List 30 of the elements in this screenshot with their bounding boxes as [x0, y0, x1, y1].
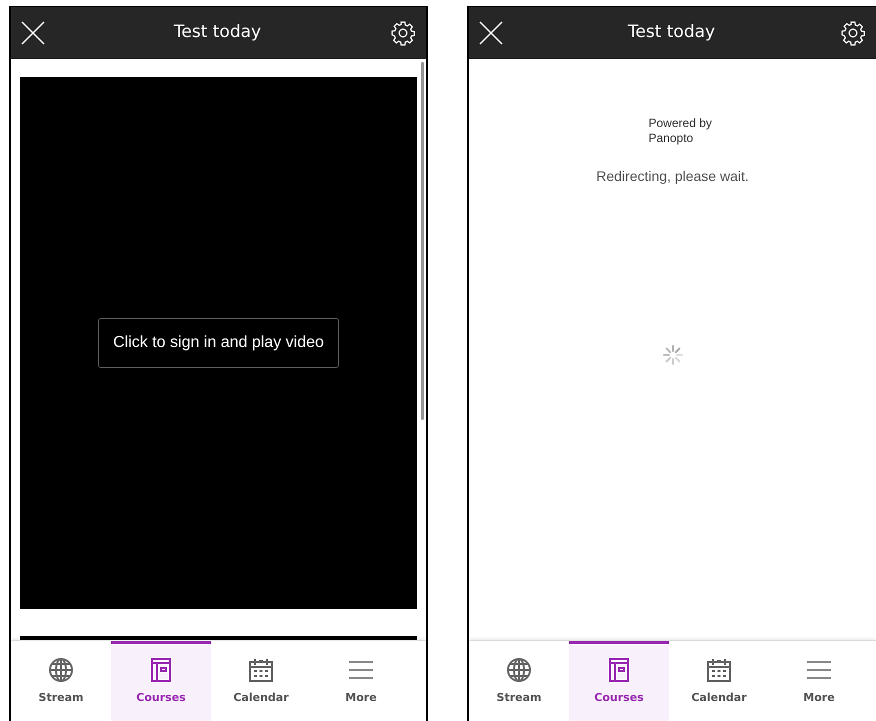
- settings-icon: [390, 20, 416, 46]
- settings-icon: [840, 20, 866, 46]
- close-button[interactable]: [21, 21, 45, 45]
- book-icon: [148, 657, 174, 683]
- globe-icon: [506, 657, 532, 683]
- nav-tab[interactable]: Calendar: [211, 641, 311, 721]
- book-icon: [606, 657, 632, 683]
- scrollbar[interactable]: [421, 62, 424, 420]
- nav-tab[interactable]: More: [769, 641, 869, 721]
- close-button[interactable]: [479, 21, 503, 45]
- nav-tab[interactable]: Stream: [11, 641, 111, 721]
- settings-button[interactable]: [390, 20, 416, 46]
- screen-title: Test today: [628, 21, 716, 44]
- calendar-icon: [706, 657, 732, 683]
- calendar-icon: [248, 657, 274, 683]
- nav-tab[interactable]: Calendar: [669, 641, 769, 721]
- close-icon: [479, 21, 503, 45]
- nav-tab[interactable]: More: [311, 641, 411, 721]
- nav-tab[interactable]: Courses: [569, 641, 669, 721]
- nav-tab[interactable]: Stream: [469, 641, 569, 721]
- nav-tab[interactable]: Courses: [111, 641, 211, 721]
- loading-spinner-icon: [662, 345, 682, 365]
- settings-button[interactable]: [840, 20, 866, 46]
- video-player[interactable]: Click to sign in and play video: [20, 77, 417, 609]
- powered-by-text: Powered by Panopto: [648, 116, 713, 146]
- redirect-message: Redirecting, please wait.: [596, 167, 749, 186]
- sign-in-play-button[interactable]: Click to sign in and play video: [98, 318, 339, 368]
- close-icon: [21, 21, 45, 45]
- screen-title: Test today: [174, 21, 262, 44]
- globe-icon: [48, 657, 74, 683]
